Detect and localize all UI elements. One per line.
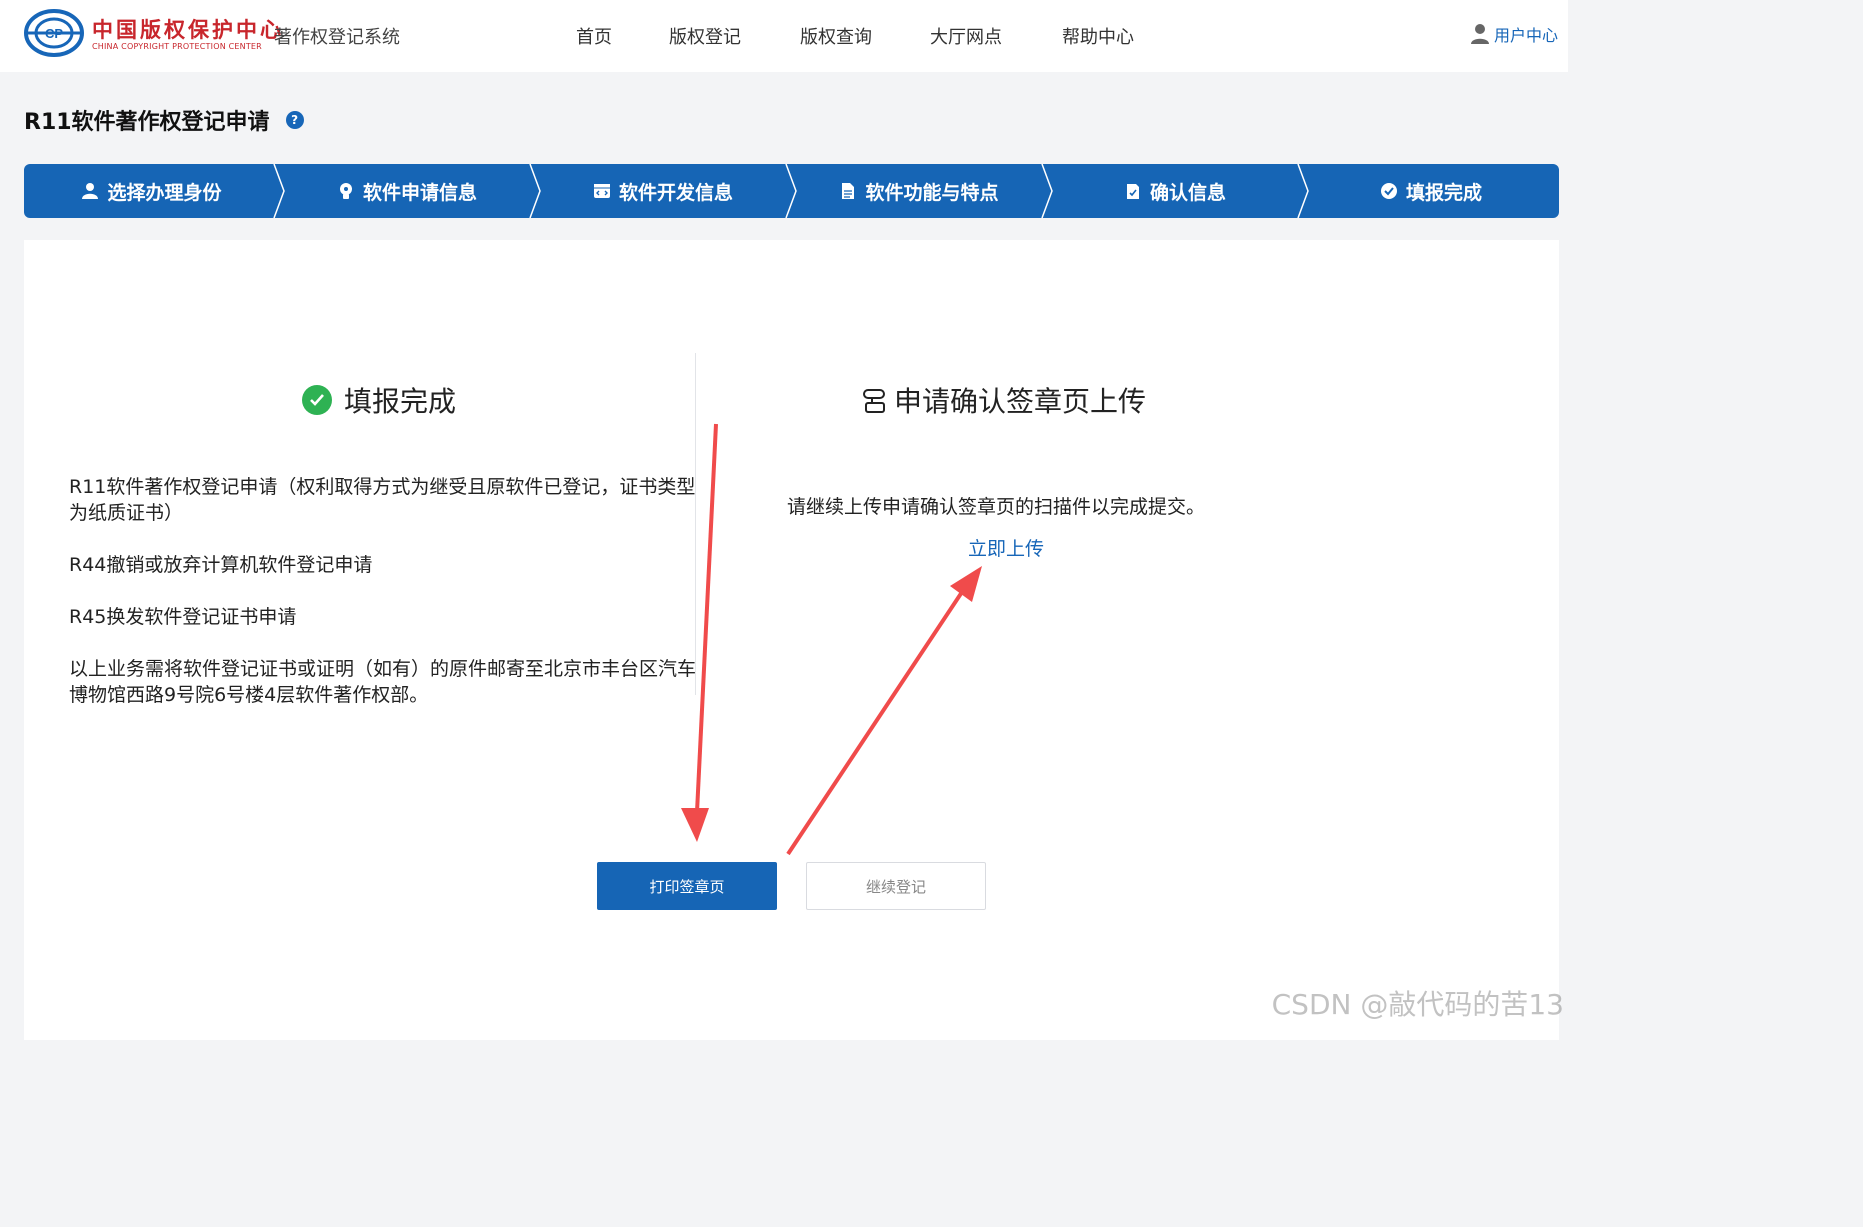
clipboard-check-icon <box>1126 184 1139 199</box>
user-center-link[interactable]: 用户中心 <box>1470 22 1558 46</box>
page-title: R11软件著作权登记申请 ? <box>24 104 304 136</box>
system-name: 著作权登记系统 <box>274 27 400 48</box>
user-icon <box>82 183 99 199</box>
step-software-development-info[interactable]: 软件开发信息 <box>535 164 791 218</box>
print-seal-page-button[interactable]: 打印签章页 <box>597 862 777 910</box>
step-software-features[interactable]: 软件功能与特点 <box>791 164 1047 218</box>
top-navbar: CP 中国版权保护中心 CHINA COPYRIGHT PROTECTION C… <box>0 0 1568 72</box>
step-select-identity[interactable]: 选择办理身份 <box>24 164 279 218</box>
step-label: 选择办理身份 <box>107 181 222 204</box>
completion-heading: 填报完成 <box>302 380 456 420</box>
step-label: 软件功能与特点 <box>865 181 999 204</box>
seal-stamp-icon <box>863 389 885 413</box>
upload-heading: 申请确认签章页上传 <box>860 380 1146 420</box>
bulb-icon <box>339 183 352 199</box>
logo-chinese-name: 中国版权保护中心 <box>92 17 284 42</box>
user-center-label: 用户中心 <box>1493 26 1558 45</box>
completion-heading-text: 填报完成 <box>344 385 457 418</box>
upload-description: 请继续上传申请确认签章页的扫描件以完成提交。 <box>787 496 1206 518</box>
help-icon[interactable]: ? <box>285 111 304 129</box>
step-confirm-info[interactable]: 确认信息 <box>1047 164 1303 218</box>
svg-text:CP: CP <box>45 26 63 41</box>
upload-now-link[interactable]: 立即上传 <box>968 534 1044 561</box>
user-icon <box>1470 24 1489 44</box>
step-complete[interactable]: 填报完成 <box>1303 164 1559 218</box>
step-label: 软件申请信息 <box>362 181 477 204</box>
nav-copyright-query[interactable]: 版权查询 <box>800 23 872 49</box>
logo-english-name: CHINA COPYRIGHT PROTECTION CENTER <box>92 42 262 51</box>
check-circle-icon <box>1380 183 1397 199</box>
continue-registration-button[interactable]: 继续登记 <box>806 862 986 910</box>
completion-notes: R11软件著作权登记申请（权利取得方式为继受且原软件已登记，证书类型为纸质证书）… <box>69 474 699 734</box>
success-check-icon <box>302 385 332 415</box>
nav-home[interactable]: 首页 <box>576 23 612 49</box>
note-r44: R44撤销或放弃计算机软件登记申请 <box>69 554 373 576</box>
nav-service-halls[interactable]: 大厅网点 <box>930 23 1002 49</box>
step-label: 确认信息 <box>1149 181 1226 204</box>
note-r45: R45换发软件登记证书申请 <box>69 606 297 628</box>
progress-steps: 选择办理身份 软件申请信息 软件开发信息 软件功能与特点 确认信息 填报完成 <box>24 164 1559 218</box>
csdn-watermark: CSDN @敲代码的苦13 <box>1271 988 1564 1021</box>
nav-help-center[interactable]: 帮助中心 <box>1062 23 1134 49</box>
note-mailing-address: 以上业务需将软件登记证书或证明（如有）的原件邮寄至北京市丰台区汽车博物馆西路9号… <box>69 658 697 706</box>
page-title-text: R11软件著作权登记申请 <box>24 110 270 135</box>
step-label: 填报完成 <box>1405 181 1482 204</box>
code-window-icon <box>593 184 610 198</box>
nav-copyright-registration[interactable]: 版权登记 <box>669 23 741 49</box>
copyright-center-logo[interactable]: CP <box>24 9 84 57</box>
upload-heading-text: 申请确认签章页上传 <box>894 385 1147 418</box>
note-r11: R11软件著作权登记申请（权利取得方式为继受且原软件已登记，证书类型为纸质证书） <box>69 476 696 524</box>
step-software-application-info[interactable]: 软件申请信息 <box>279 164 535 218</box>
document-icon <box>842 183 855 199</box>
step-label: 软件开发信息 <box>618 181 733 204</box>
